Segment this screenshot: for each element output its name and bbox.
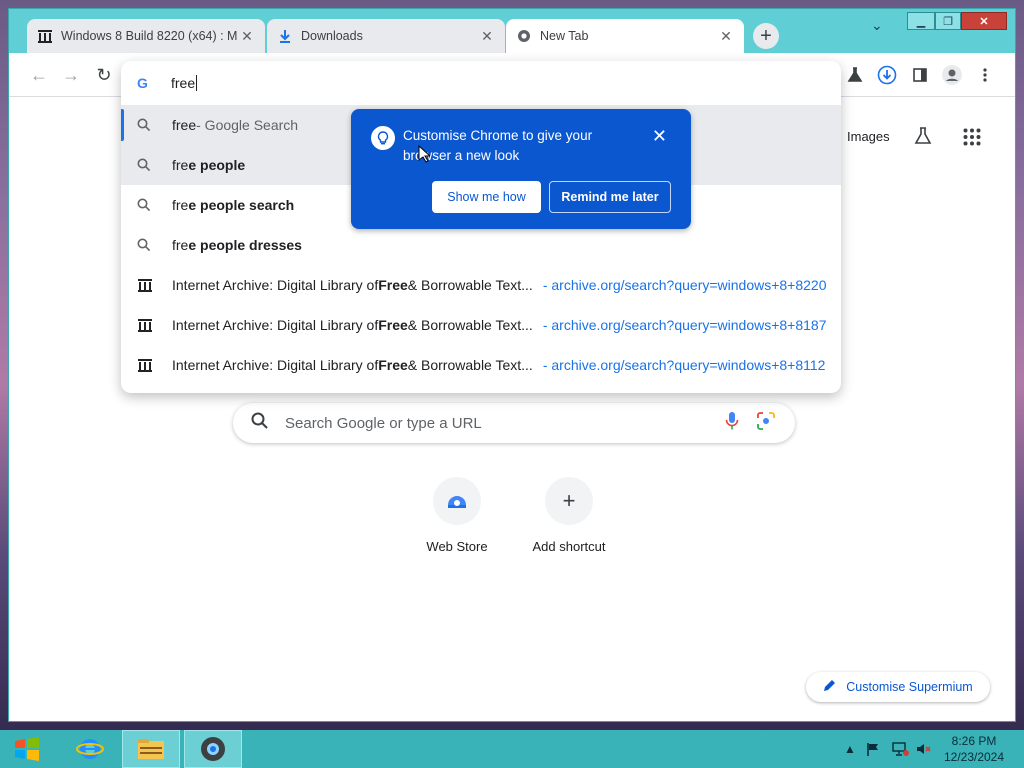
suggestion-match: Free <box>378 357 408 373</box>
action-center-flag-icon[interactable] <box>866 730 880 768</box>
customise-button[interactable]: Customise Supermium <box>806 672 990 702</box>
file-explorer-icon[interactable] <box>122 730 180 768</box>
suggestion-match: e people dresses <box>188 237 302 253</box>
tab-title: Windows 8 Build 8220 (x64) : M <box>61 29 238 43</box>
chrome-icon <box>516 28 532 44</box>
suggestion-suffix: & Borrowable Text... <box>407 317 533 333</box>
omnibox-suggestion[interactable]: fre e people dresses <box>121 225 841 265</box>
labs-icon[interactable] <box>843 63 867 87</box>
clock-time: 8:26 PM <box>951 734 997 748</box>
download-icon <box>277 28 293 44</box>
show-hidden-icons[interactable]: ▲ <box>844 730 856 768</box>
shortcut-label: Add shortcut <box>532 539 606 554</box>
lens-search-icon[interactable] <box>757 411 775 435</box>
archive-icon <box>137 357 157 373</box>
mouse-cursor-icon <box>418 144 432 168</box>
network-icon[interactable] <box>892 730 910 768</box>
suggestion-suffix: - Google Search <box>196 117 299 133</box>
text-cursor <box>196 75 198 91</box>
suggestion-match: Free <box>378 317 408 333</box>
ntp-search-box[interactable]: Search Google or type a URL <box>233 403 795 443</box>
tab-search-icon[interactable]: ⌄ <box>871 17 883 34</box>
tab-new-tab[interactable]: New Tab ✕ <box>506 19 744 53</box>
suggestion-suffix: & Borrowable Text... <box>407 357 533 373</box>
forward-icon[interactable]: → <box>59 63 83 87</box>
bubble-text: Customise Chrome to give your browser a … <box>403 128 593 163</box>
download-indicator-icon[interactable] <box>875 63 899 87</box>
omnibox-suggestion[interactable]: Internet Archive: Digital Library of Fre… <box>121 305 841 345</box>
tab-strip: Windows 8 Build 8220 (x64) : M ✕ Downloa… <box>9 9 1015 53</box>
tab-archive[interactable]: Windows 8 Build 8220 (x64) : M ✕ <box>27 19 265 53</box>
tab-title: Downloads <box>301 29 363 43</box>
customise-promo-bubble: Customise Chrome to give your browser a … <box>351 109 691 229</box>
tab-title: New Tab <box>540 29 589 43</box>
show-me-how-button[interactable]: Show me how <box>432 181 541 213</box>
menu-kebab-icon[interactable] <box>973 63 997 87</box>
new-tab-button[interactable]: + <box>753 23 779 49</box>
maximize-button[interactable]: ❐ <box>935 12 961 30</box>
omnibox-suggestion[interactable]: Internet Archive: Digital Library of Fre… <box>121 265 841 305</box>
address-input-value: free <box>171 75 196 91</box>
archive-icon <box>37 28 53 44</box>
lightbulb-icon <box>371 126 395 150</box>
suggestion-match: Free <box>378 277 408 293</box>
close-icon[interactable]: ✕ <box>652 126 667 147</box>
suggestion-text: Internet Archive: Digital Library of <box>172 317 379 333</box>
search-icon <box>137 198 157 212</box>
suggestion-suffix: & Borrowable Text... <box>407 277 533 293</box>
volume-muted-icon[interactable] <box>916 730 932 768</box>
taskbar: ▲ 8:26 PM 12/23/2024 <box>0 730 1024 768</box>
web-store-icon <box>433 477 481 525</box>
images-link[interactable]: Images <box>847 129 890 144</box>
google-icon: G <box>137 75 148 91</box>
close-icon[interactable]: ✕ <box>718 28 734 44</box>
close-icon[interactable]: ✕ <box>239 28 255 44</box>
suggestion-match: e people <box>188 157 246 173</box>
browser-window: Windows 8 Build 8220 (x64) : M ✕ Downloa… <box>8 8 1016 722</box>
reload-icon[interactable]: ↻ <box>92 63 116 87</box>
suggestion-url: - archive.org/search?query=windows+8+811… <box>542 357 826 373</box>
back-icon[interactable]: ← <box>27 63 51 87</box>
suggestion-text: fre <box>172 197 189 213</box>
taskbar-clock: 8:26 PM 12/23/2024 <box>934 733 1014 765</box>
shortcut-add[interactable]: + Add shortcut <box>514 477 624 554</box>
plus-icon: + <box>545 477 593 525</box>
address-bar-input[interactable]: G free <box>121 61 841 105</box>
clock-date: 12/23/2024 <box>943 750 1005 764</box>
suggestion-text: fre <box>172 237 189 253</box>
search-icon <box>137 158 157 172</box>
side-panel-icon[interactable] <box>908 63 932 87</box>
close-icon[interactable]: ✕ <box>479 28 495 44</box>
suggestion-text: free <box>172 117 197 133</box>
labs-icon[interactable] <box>914 127 932 150</box>
remind-me-later-button[interactable]: Remind me later <box>549 181 671 213</box>
customise-label: Customise Supermium <box>846 680 973 694</box>
profile-avatar-icon[interactable] <box>940 63 964 87</box>
tab-downloads[interactable]: Downloads ✕ <box>267 19 505 53</box>
shortcut-label: Web Store <box>426 539 488 554</box>
suggestion-text: Internet Archive: Digital Library of <box>172 277 379 293</box>
pencil-icon <box>823 679 836 695</box>
suggestion-match: e people search <box>188 197 295 213</box>
apps-grid-icon[interactable] <box>963 128 981 151</box>
windows-start-icon[interactable] <box>6 730 48 768</box>
internet-explorer-icon[interactable] <box>62 730 118 768</box>
voice-search-icon[interactable] <box>725 411 739 436</box>
suggestion-url: - archive.org/search?query=windows+8+822… <box>542 277 827 293</box>
supermium-browser-icon[interactable] <box>184 730 242 768</box>
omnibox-suggestion[interactable]: Internet Archive: Digital Library of Fre… <box>121 345 841 385</box>
close-window-button[interactable]: ✕ <box>961 12 1007 30</box>
archive-icon <box>137 317 157 333</box>
minimize-button[interactable]: ▁ <box>907 12 935 30</box>
suggestion-url: - archive.org/search?query=windows+8+818… <box>542 317 827 333</box>
shortcut-web-store[interactable]: Web Store <box>402 477 512 554</box>
search-icon <box>251 412 269 435</box>
suggestion-text: Internet Archive: Digital Library of <box>172 357 379 373</box>
search-icon <box>137 118 157 132</box>
archive-icon <box>137 277 157 293</box>
suggestion-text: fre <box>172 157 189 173</box>
ntp-search-placeholder: Search Google or type a URL <box>285 414 482 432</box>
search-icon <box>137 238 157 252</box>
